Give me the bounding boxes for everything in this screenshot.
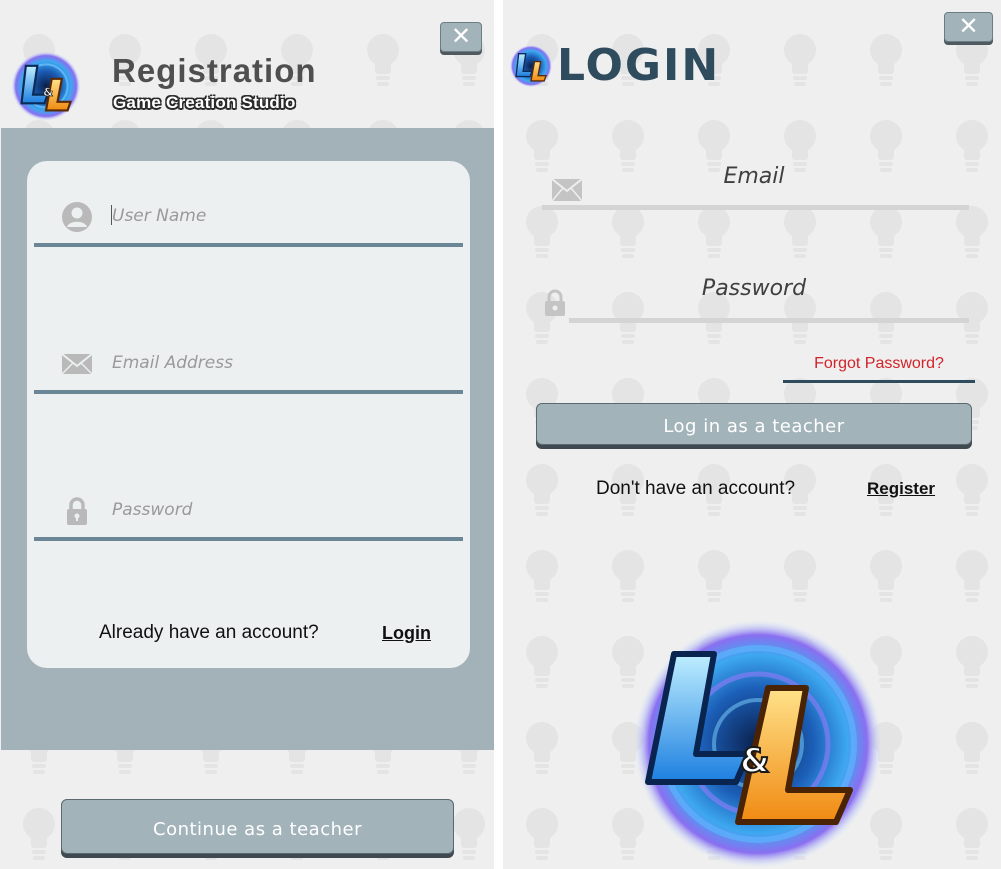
svg-text:&: & bbox=[43, 85, 53, 99]
registration-form bbox=[27, 161, 470, 668]
login-title: LOGIN bbox=[557, 40, 721, 91]
forgot-password-link[interactable]: Forgot Password? bbox=[783, 355, 975, 381]
email-input[interactable] bbox=[112, 348, 442, 378]
close-button[interactable]: ✕ bbox=[440, 22, 482, 52]
studio-subtitle: Game Creation Studio bbox=[113, 93, 296, 112]
username-underline bbox=[34, 243, 463, 247]
password-underline bbox=[569, 318, 969, 323]
ll-logo-large-icon: & bbox=[634, 620, 882, 868]
close-button[interactable]: ✕ bbox=[944, 12, 993, 42]
email-field bbox=[34, 334, 463, 394]
login-as-teacher-button[interactable]: Log in as a teacher bbox=[536, 403, 972, 445]
register-link[interactable]: Register bbox=[867, 479, 935, 499]
svg-text:&: & bbox=[740, 741, 770, 781]
text-caret bbox=[111, 205, 112, 225]
lock-icon bbox=[67, 497, 87, 525]
registration-header: & Registration Game Creation Studio ✕ bbox=[0, 0, 494, 128]
registration-footer: Already have an account? Login bbox=[99, 620, 439, 650]
login-link[interactable]: Login bbox=[382, 623, 431, 644]
envelope-icon bbox=[61, 353, 93, 375]
page-title: Registration bbox=[112, 52, 317, 89]
email-underline bbox=[34, 390, 463, 394]
forgot-password-underline bbox=[783, 380, 975, 383]
already-account-text: Already have an account? bbox=[99, 622, 319, 643]
email-label[interactable]: Email bbox=[539, 164, 969, 189]
password-field bbox=[34, 481, 463, 541]
panel-divider bbox=[494, 0, 503, 869]
password-label[interactable]: Password bbox=[539, 276, 969, 301]
password-input[interactable] bbox=[112, 495, 442, 525]
user-icon bbox=[62, 202, 92, 232]
registration-panel: & Registration Game Creation Studio ✕ Us… bbox=[0, 0, 494, 869]
continue-as-teacher-button[interactable]: Continue as a teacher bbox=[61, 799, 454, 854]
login-panel: LOGIN ✕ Email Password Forgot Password? … bbox=[503, 0, 1001, 869]
username-input[interactable] bbox=[112, 201, 442, 231]
email-underline bbox=[542, 205, 969, 210]
password-underline bbox=[34, 537, 463, 541]
username-field bbox=[34, 187, 463, 247]
ll-logo-icon: & bbox=[11, 51, 81, 121]
no-account-text: Don't have an account? bbox=[596, 478, 796, 499]
ll-logo-icon bbox=[509, 44, 553, 88]
